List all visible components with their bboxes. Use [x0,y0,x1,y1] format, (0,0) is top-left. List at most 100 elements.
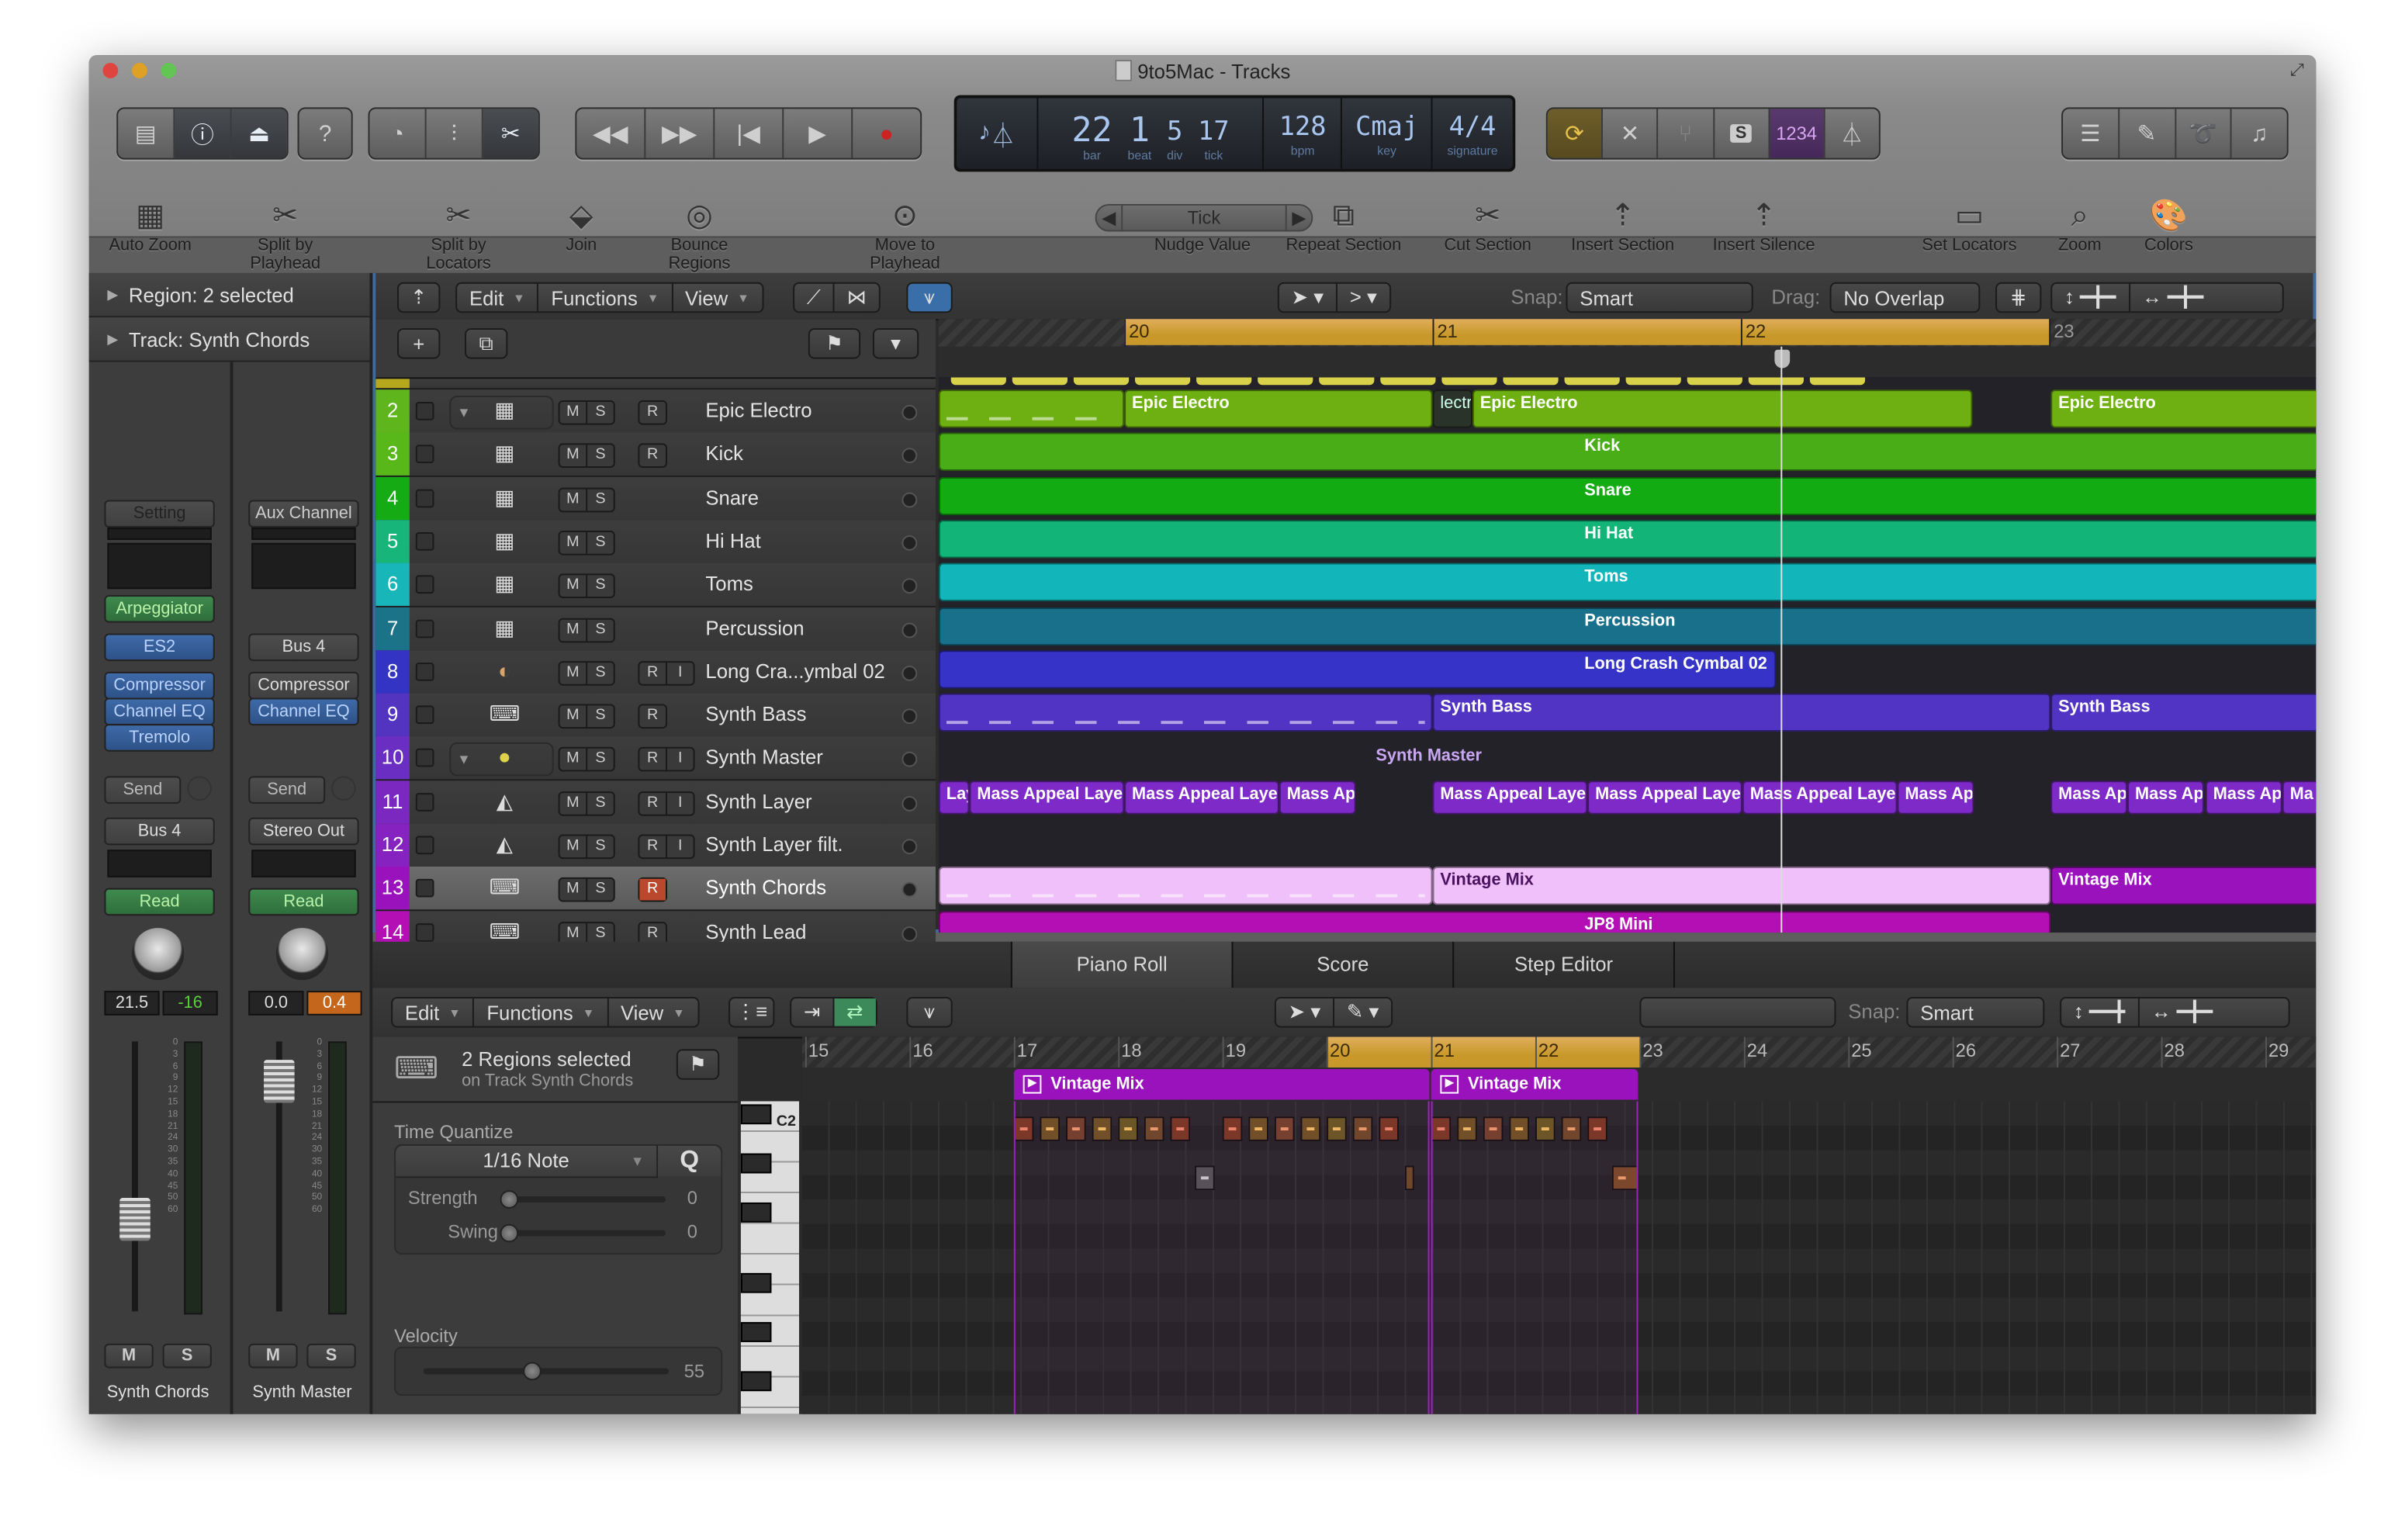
region[interactable]: Mass Appeal Laye [1124,780,1279,815]
nudge-left-icon[interactable]: ◀ [1097,205,1123,230]
region[interactable] [938,389,1125,428]
region[interactable]: Epic Electro [1124,389,1433,428]
editor-region-header[interactable]: ▶ Vintage Mix [1013,1068,1430,1100]
notepad-icon[interactable]: ✎ [2120,109,2176,158]
mute-button[interactable]: M [248,1343,298,1369]
eq-curve-display[interactable] [251,542,356,590]
send-slot[interactable]: Send [104,776,182,804]
lcd-position[interactable]: 22 bar 1 beat 5 div 17 tick [1038,98,1265,169]
lcd-mode-icons[interactable]: ♪ ⏃ [957,98,1039,169]
track-solo-button[interactable]: S [587,749,614,771]
track-mute-button[interactable]: M [560,749,588,771]
region[interactable]: Mass Appeal Laye [1742,780,1898,815]
editor-snap-select[interactable]: Smart [1906,997,2045,1028]
track-input-monitor-button[interactable]: I [667,749,694,771]
nudge-right-icon[interactable]: ▶ [1285,205,1312,230]
midi-out-icon[interactable]: ⇄ [834,998,876,1026]
region[interactable]: Vintage Mix [1432,867,2051,906]
region[interactable]: JP8 Mini [938,910,2051,933]
volume-value[interactable]: 0.0 [248,991,304,1016]
channel-setting-button[interactable]: Setting [104,500,215,528]
track-mute-button[interactable]: M [560,879,588,902]
waveform-zoom-icon[interactable]: ⋕ [1995,282,2042,313]
region[interactable]: Synth Bass [2050,693,2317,732]
track-record-button[interactable]: R [639,749,667,771]
track-solo-button[interactable]: S [587,576,614,597]
region-play-icon[interactable]: ▶ [1023,1075,1042,1094]
midi-fx-slot[interactable]: Arpeggiator [104,595,215,623]
track-solo-button[interactable]: S [587,402,614,424]
audio-fx-slot[interactable]: Channel EQ [104,697,215,726]
catch-playhead-icon[interactable]: ⩛ [906,282,953,313]
cycle-icon[interactable]: ⟳ [1547,109,1604,158]
rewind-icon[interactable]: ◀◀ [576,109,646,158]
region[interactable]: Long Crash Cymbal 02 [938,649,1777,689]
track-solo-button[interactable]: S [587,792,614,814]
pan-knob[interactable] [132,928,185,981]
piano-roll-grid[interactable]: 15 16 17 18 19 20 21 22 23 24 25 26 27 28 29 ▶ Vintage … [801,1036,2317,1414]
strength-slider-knob[interactable] [500,1190,519,1209]
track-solo-button[interactable]: S [587,445,614,467]
track-checkbox[interactable] [415,792,434,812]
region[interactable]: Snare [938,476,2317,515]
volume-value[interactable]: 21.5 [104,991,160,1016]
bar-ruler[interactable]: 20 21 22 23 [938,319,2317,347]
region[interactable]: lectr [1432,389,1472,428]
strength-slider[interactable] [503,1196,666,1203]
track-header-hi-hat[interactable]: 5 ▦ M S Hi Hat [375,519,936,565]
track-mute-button[interactable]: M [560,792,588,815]
send-knob[interactable] [187,776,212,801]
region[interactable]: Toms [938,562,2317,602]
quantize-button[interactable]: Q [658,1145,722,1177]
track-checkbox[interactable] [415,662,434,681]
help-icon[interactable]: ? [299,109,351,157]
track-solo-button[interactable]: S [587,489,614,510]
fast-forward-icon[interactable]: ▶▶ [645,109,715,158]
output-slot[interactable]: Stereo Out [248,817,359,846]
track-mute-button[interactable]: M [560,575,588,597]
track-record-button[interactable]: R [639,402,666,424]
automation-mode-button[interactable]: Read [248,888,359,916]
marker-ruler[interactable] [938,346,2317,379]
editor-region-header[interactable]: ▶ Vintage Mix [1431,1068,1639,1100]
toolbar-item-insert-section[interactable]: ⇡ Insert Section [1562,196,1684,254]
track-inspector-header[interactable]: ▶ Track: Synth Chords [88,317,370,362]
track-mute-button[interactable]: M [560,401,588,424]
toolbar-item-move-to-playhead[interactable]: ⊙ Move to Playhead [843,196,966,273]
midi-in-icon[interactable]: ⇥ [791,998,835,1026]
track-view-icon[interactable]: ▾ [872,328,919,359]
track-record-button[interactable]: R [639,792,667,815]
toolbar-item-auto-zoom[interactable]: ▦ Auto Zoom [89,196,212,254]
velocity-slider-knob[interactable] [523,1362,542,1381]
track-mute-button[interactable]: M [560,618,588,641]
automation-mode-button[interactable]: Read [104,888,215,916]
editor-view-menu[interactable]: View ▼ [608,998,697,1026]
view-menu[interactable]: View ▼ [673,284,761,312]
region[interactable]: Laye [938,780,970,815]
track-checkbox[interactable] [415,879,434,898]
tab-step-editor[interactable]: Step Editor [1452,941,1675,988]
media-browser-icon[interactable]: ♫ [2232,109,2287,157]
group-slot[interactable] [107,850,212,877]
mixer-icon[interactable]: ⫶ [427,109,483,158]
eq-display[interactable] [251,528,356,540]
toolbar-item-set-locators[interactable]: ▭ Set Locators [1908,196,2030,254]
inspector-icon[interactable]: ⓘ [175,109,232,158]
track-mute-button[interactable]: M [560,836,588,858]
solo-button[interactable]: S [162,1343,212,1369]
instrument-slot[interactable]: ES2 [104,633,215,662]
track-checkbox[interactable] [415,749,434,768]
track-checkbox[interactable] [415,401,434,420]
swing-slider-knob[interactable] [500,1223,519,1243]
black-key[interactable] [740,1104,772,1125]
lcd-signature[interactable]: 4/4 signature [1433,99,1513,169]
editor-functions-menu[interactable]: Functions ▼ [475,998,609,1026]
region[interactable]: Mass Ap [2205,780,2282,815]
volume-fader-cap[interactable] [119,1198,151,1241]
editor-cycle-range[interactable] [1327,1036,1640,1068]
tab-piano-roll[interactable]: Piano Roll [1010,941,1232,988]
midi-inspector-icon[interactable]: ⋮≡ [728,997,775,1028]
region[interactable]: Epic Electro [2050,389,2317,428]
eq-curve-display[interactable] [107,542,212,590]
track-record-button[interactable]: R [639,706,666,728]
